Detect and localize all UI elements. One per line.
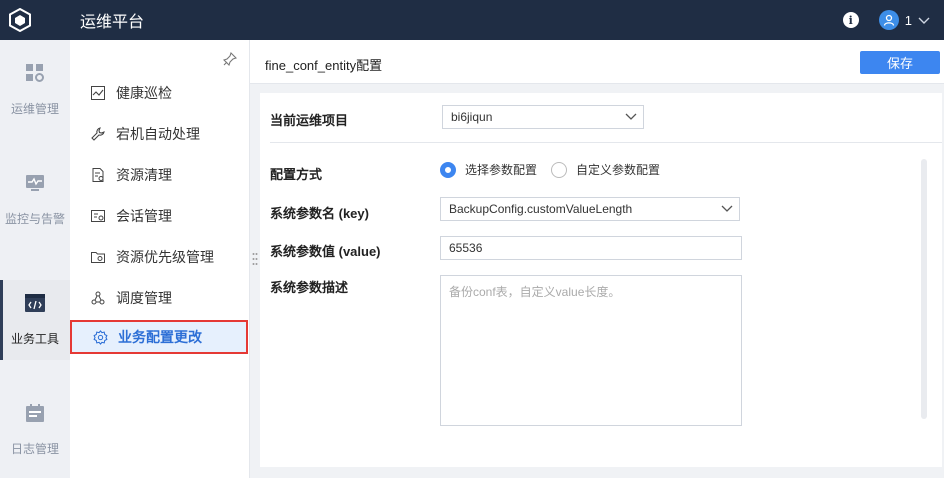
chevron-down-icon [619, 113, 643, 121]
monitor-pulse-icon [25, 173, 45, 196]
session-icon [90, 208, 106, 224]
user-name[interactable]: 1 [905, 13, 912, 28]
scrollbar[interactable] [921, 159, 927, 419]
rail-item-monitor[interactable]: 监控与告警 [0, 160, 70, 240]
chevron-down-icon [715, 205, 739, 213]
config-form: 当前运维项目 bi6jiqun 配置方式 选择参数配置 自定义参数配置 系统参数… [260, 93, 942, 467]
menu-item-scheduling[interactable]: 调度管理 [70, 281, 250, 315]
divider [270, 142, 942, 143]
save-button[interactable]: 保存 [860, 51, 940, 74]
param-value-input[interactable]: 65536 [440, 236, 742, 260]
pin-icon[interactable] [222, 51, 238, 69]
schedule-nodes-icon [90, 290, 106, 306]
menu-item-label: 宕机自动处理 [116, 126, 200, 142]
top-bar: 运维平台 i 1 [0, 0, 944, 40]
doc-clean-icon [90, 167, 106, 183]
menu-item-business-config[interactable]: 业务配置更改 [70, 320, 248, 354]
sub-menu: 健康巡检 宕机自动处理 资源清理 会话管理 资源优先级管理 调度管理 业务配置更… [70, 40, 250, 478]
radio-label: 选择参数配置 [465, 163, 538, 177]
menu-item-resource-cleanup[interactable]: 资源清理 [70, 158, 250, 192]
param-desc-textarea[interactable]: 备份conf表，自定义value长度。 [440, 275, 742, 426]
app-title: 运维平台 [80, 14, 145, 31]
param-key-value: BackupConfig.customValueLength [449, 202, 633, 216]
calendar-icon [25, 403, 45, 426]
menu-item-resource-priority[interactable]: 资源优先级管理 [70, 240, 250, 274]
param-key-label: 系统参数名 (key) [270, 206, 369, 221]
rail-item-label: 日志管理 [10, 442, 59, 456]
code-window-icon [24, 293, 46, 316]
page-header: fine_conf_entity配置 保存 [250, 40, 944, 84]
app-logo-icon[interactable] [0, 0, 40, 40]
menu-item-label: 资源优先级管理 [116, 249, 214, 265]
config-mode-radio-group: 选择参数配置 自定义参数配置 [440, 161, 674, 178]
rail-item-label: 运维管理 [10, 102, 59, 116]
project-select[interactable]: bi6jiqun [442, 105, 644, 129]
gear-icon [92, 329, 108, 345]
radio-unchecked-icon[interactable] [551, 161, 568, 178]
menu-item-label: 调度管理 [116, 290, 172, 306]
rail-item-ops[interactable]: 运维管理 [0, 50, 70, 130]
radio-checked-icon[interactable] [440, 161, 456, 178]
folder-priority-icon [90, 249, 106, 265]
health-chart-icon [90, 85, 106, 101]
config-mode-label: 配置方式 [270, 167, 323, 182]
resize-handle-icon[interactable] [252, 252, 258, 266]
info-icon[interactable]: i [842, 12, 859, 28]
radio-custom-param[interactable]: 自定义参数配置 [551, 161, 660, 178]
left-rail: 运维管理 监控与告警 业务工具 日志管理 [0, 40, 70, 478]
menu-item-session-management[interactable]: 会话管理 [70, 199, 250, 233]
param-key-select[interactable]: BackupConfig.customValueLength [440, 197, 740, 221]
menu-item-label: 资源清理 [116, 167, 172, 183]
grid-gear-icon [25, 63, 45, 86]
radio-select-param[interactable]: 选择参数配置 [440, 161, 537, 178]
page-title: fine_conf_entity配置 [265, 58, 383, 73]
param-value-label: 系统参数值 (value) [270, 244, 381, 259]
param-desc-label: 系统参数描述 [270, 280, 349, 295]
chevron-down-icon[interactable] [918, 13, 930, 28]
menu-item-label: 健康巡检 [116, 85, 172, 101]
menu-item-health-check[interactable]: 健康巡检 [70, 76, 250, 110]
rail-item-label: 监控与告警 [4, 212, 65, 226]
project-select-value: bi6jiqun [451, 110, 493, 124]
rail-item-label: 业务工具 [10, 332, 59, 346]
user-avatar-icon[interactable] [878, 10, 899, 30]
rail-item-tools[interactable]: 业务工具 [0, 280, 70, 360]
project-label: 当前运维项目 [270, 113, 349, 128]
radio-label: 自定义参数配置 [576, 163, 661, 177]
menu-item-auto-recovery[interactable]: 宕机自动处理 [70, 117, 250, 151]
menu-item-label: 业务配置更改 [118, 329, 202, 345]
wrench-icon [90, 126, 106, 142]
rail-item-logs[interactable]: 日志管理 [0, 390, 70, 470]
menu-item-label: 会话管理 [116, 208, 172, 224]
